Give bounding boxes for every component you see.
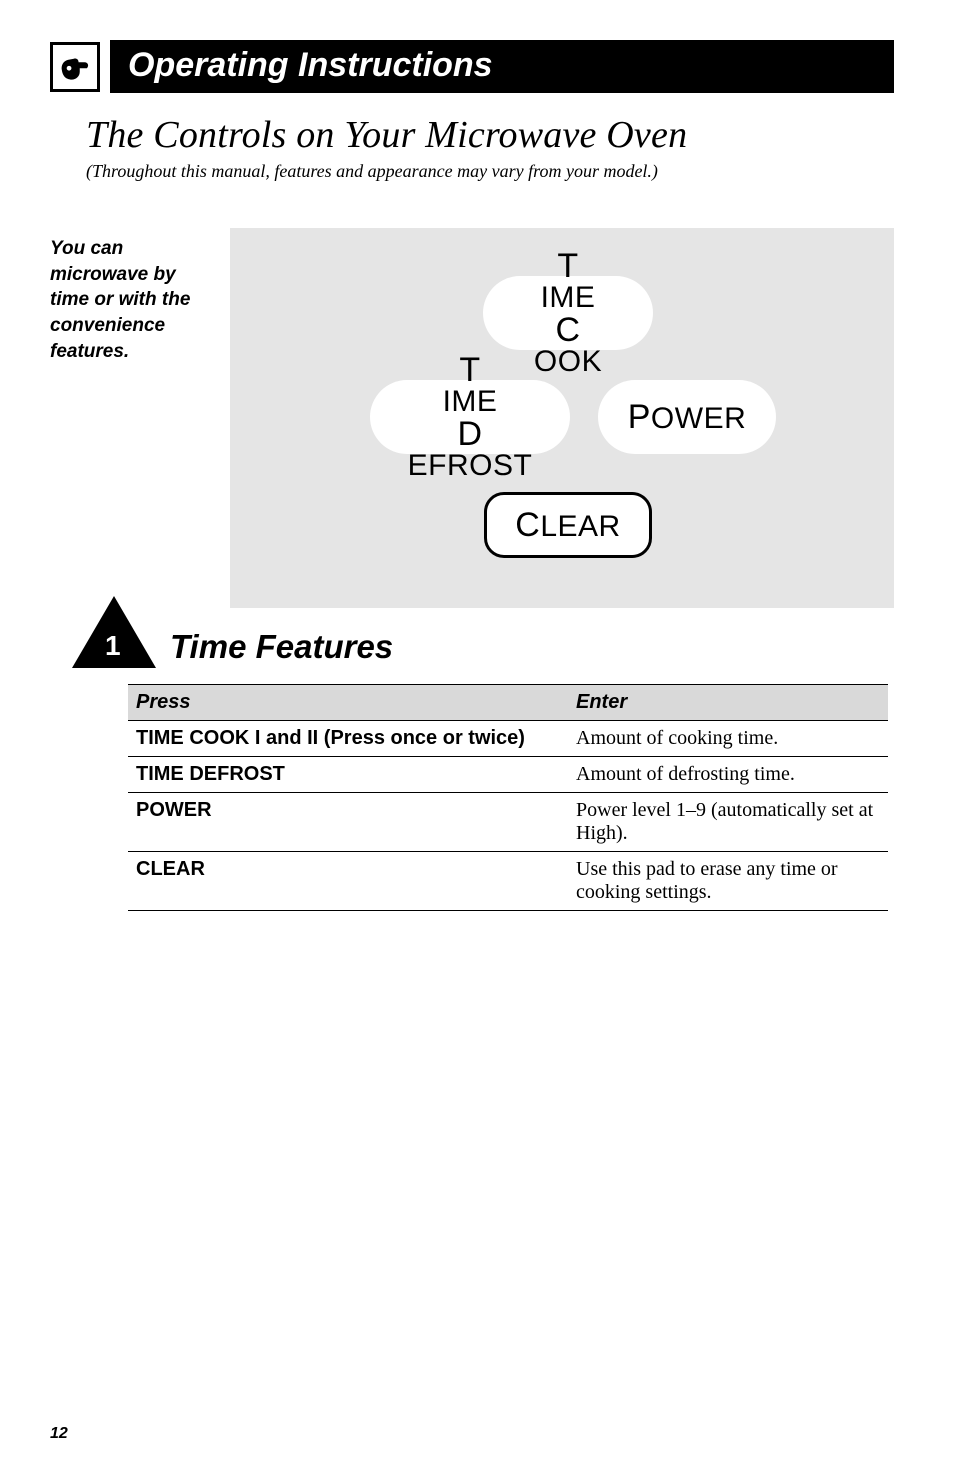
enter-cell: Power level 1–9 (automatically set at Hi…	[568, 793, 888, 852]
enter-cell: Amount of cooking time.	[568, 721, 888, 757]
press-cell: TIME DEFROST	[128, 757, 568, 793]
clear-button: CLEAR	[484, 492, 652, 558]
time-defrost-line2: DEFROST	[408, 417, 533, 481]
side-note: You can microwave by time or with the co…	[50, 228, 230, 364]
triangle-marker-icon: 1	[72, 596, 156, 668]
time-defrost-button: TIME DEFROST	[370, 380, 570, 454]
header-row: Operating Instructions	[50, 40, 894, 93]
press-cell: CLEAR	[128, 852, 568, 911]
control-panel-illustration: TIME COOK TIME DEFROST POWER CLEAR	[230, 228, 894, 608]
col-header-enter: Enter	[568, 685, 888, 721]
power-button: POWER	[598, 380, 776, 454]
table-row: CLEAR Use this pad to erase any time or …	[128, 852, 888, 911]
table-row: TIME COOK I and II (Press once or twice)…	[128, 721, 888, 757]
table-row: TIME DEFROST Amount of defrosting time.	[128, 757, 888, 793]
triangle-number: 1	[105, 630, 121, 662]
hand-icon-svg	[56, 48, 94, 86]
clear-label: CLEAR	[515, 508, 620, 542]
pointing-hand-icon	[50, 42, 100, 92]
section-title: The Controls on Your Microwave Oven	[86, 113, 894, 157]
col-header-press: Press	[128, 685, 568, 721]
panel-area: You can microwave by time or with the co…	[50, 228, 894, 608]
section-subtitle: (Throughout this manual, features and ap…	[86, 161, 894, 182]
enter-cell: Use this pad to erase any time or cookin…	[568, 852, 888, 911]
press-cell: POWER	[128, 793, 568, 852]
time-cook-line2: COOK	[534, 313, 602, 377]
table-row: POWER Power level 1–9 (automatically set…	[128, 793, 888, 852]
page-number: 12	[50, 1425, 68, 1443]
enter-cell: Amount of defrosting time.	[568, 757, 888, 793]
time-cook-line1: TIME	[541, 249, 596, 313]
time-cook-button: TIME COOK	[483, 276, 653, 350]
time-features-table: Press Enter TIME COOK I and II (Press on…	[128, 684, 888, 911]
time-features-title: Time Features	[170, 628, 393, 668]
press-cell: TIME COOK I and II (Press once or twice)	[128, 721, 568, 757]
page-title-bar: Operating Instructions	[110, 40, 894, 93]
table-header-row: Press Enter	[128, 685, 888, 721]
power-label: POWER	[628, 400, 747, 434]
time-defrost-line1: TIME	[443, 353, 498, 417]
